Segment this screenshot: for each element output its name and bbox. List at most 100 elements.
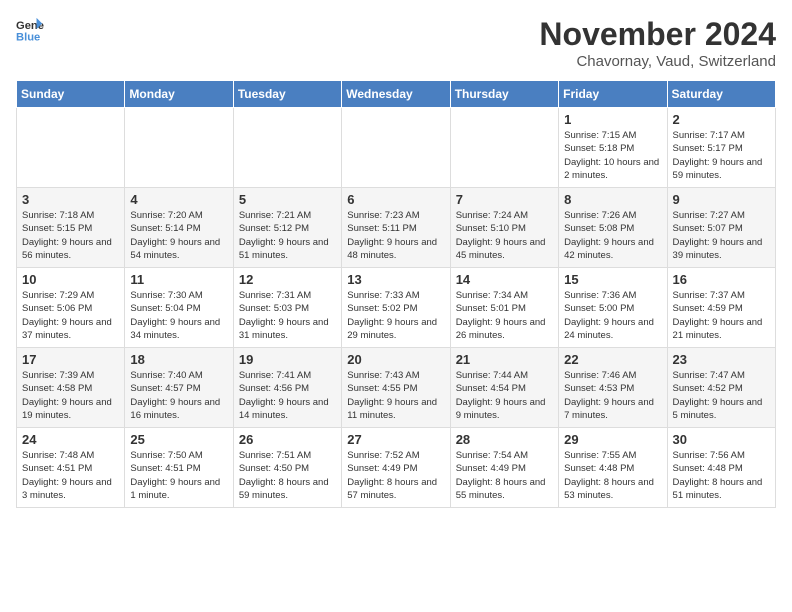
calendar-cell: 19Sunrise: 7:41 AM Sunset: 4:56 PM Dayli… (233, 348, 341, 428)
calendar-week-3: 10 Sunrise: 7:29 AM Sunset: 5:06 PM Dayli… (17, 268, 776, 348)
day-info: Sunrise: 7:43 AM Sunset: 4:55 PM Dayligh… (347, 369, 444, 422)
day-info: Sunrise: 7:36 AM Sunset: 5:00 PM Dayligh… (564, 289, 661, 342)
day-info: Sunrise: 7:55 AM Sunset: 4:48 PM Dayligh… (564, 449, 661, 502)
day-info: Sunrise: 7:27 AM Sunset: 5:07 PM Dayligh… (673, 209, 770, 262)
day-info: Sunrise: 7:41 AM Sunset: 4:56 PM Dayligh… (239, 369, 336, 422)
calendar-cell: 7 Sunrise: 7:24 AM Sunset: 5:10 PM Daylig… (450, 188, 558, 268)
day-number: 22 (564, 352, 661, 367)
calendar-cell: 26Sunrise: 7:51 AM Sunset: 4:50 PM Dayli… (233, 428, 341, 508)
day-info: Sunrise: 7:40 AM Sunset: 4:57 PM Dayligh… (130, 369, 227, 422)
day-number: 25 (130, 432, 227, 447)
day-number: 17 (22, 352, 119, 367)
calendar-cell: 11 Sunrise: 7:30 AM Sunset: 5:04 PM Dayli… (125, 268, 233, 348)
day-number: 30 (673, 432, 770, 447)
day-number: 11 (130, 272, 227, 287)
day-number: 14 (456, 272, 553, 287)
day-info: Sunrise: 7:26 AM Sunset: 5:08 PM Dayligh… (564, 209, 661, 262)
day-info: Sunrise: 7:31 AM Sunset: 5:03 PM Dayligh… (239, 289, 336, 342)
day-number: 5 (239, 192, 336, 207)
calendar-cell: 3 Sunrise: 7:18 AM Sunset: 5:15 PM Daylig… (17, 188, 125, 268)
calendar-cell: 18 Sunrise: 7:40 AM Sunset: 4:57 PM Dayli… (125, 348, 233, 428)
day-info: Sunrise: 7:52 AM Sunset: 4:49 PM Dayligh… (347, 449, 444, 502)
day-info: Sunrise: 7:56 AM Sunset: 4:48 PM Dayligh… (673, 449, 770, 502)
day-number: 18 (130, 352, 227, 367)
day-info: Sunrise: 7:51 AM Sunset: 4:50 PM Dayligh… (239, 449, 336, 502)
day-header-saturday: Saturday (667, 81, 775, 108)
calendar-cell: 21 Sunrise: 7:44 AM Sunset: 4:54 PM Dayli… (450, 348, 558, 428)
day-number: 23 (673, 352, 770, 367)
day-number: 24 (22, 432, 119, 447)
calendar-cell (17, 108, 125, 188)
calendar-cell: 23 Sunrise: 7:47 AM Sunset: 4:52 PM Dayli… (667, 348, 775, 428)
day-number: 2 (673, 112, 770, 127)
day-info: Sunrise: 7:18 AM Sunset: 5:15 PM Dayligh… (22, 209, 119, 262)
calendar-cell: 20 Sunrise: 7:43 AM Sunset: 4:55 PM Dayli… (342, 348, 450, 428)
calendar-cell: 5 Sunrise: 7:21 AM Sunset: 5:12 PM Daylig… (233, 188, 341, 268)
day-info: Sunrise: 7:23 AM Sunset: 5:11 PM Dayligh… (347, 209, 444, 262)
calendar-cell: 30 Sunrise: 7:56 AM Sunset: 4:48 PM Dayli… (667, 428, 775, 508)
day-number: 27 (347, 432, 444, 447)
day-number: 10 (22, 272, 119, 287)
day-info: Sunrise: 7:33 AM Sunset: 5:02 PM Dayligh… (347, 289, 444, 342)
calendar-cell (125, 108, 233, 188)
day-info: Sunrise: 7:37 AM Sunset: 4:59 PM Dayligh… (673, 289, 770, 342)
day-number: 20 (347, 352, 444, 367)
calendar-cell: 12 Sunrise: 7:31 AM Sunset: 5:03 PM Dayli… (233, 268, 341, 348)
day-header-friday: Friday (559, 81, 667, 108)
calendar-week-1: 1 Sunrise: 7:15 AM Sunset: 5:18 PM Daylig… (17, 108, 776, 188)
calendar-cell (233, 108, 341, 188)
day-info: Sunrise: 7:46 AM Sunset: 4:53 PM Dayligh… (564, 369, 661, 422)
calendar-week-2: 3 Sunrise: 7:18 AM Sunset: 5:15 PM Daylig… (17, 188, 776, 268)
calendar-cell: 13 Sunrise: 7:33 AM Sunset: 5:02 PM Dayli… (342, 268, 450, 348)
calendar-cell (342, 108, 450, 188)
calendar-cell: 24 Sunrise: 7:48 AM Sunset: 4:51 PM Dayli… (17, 428, 125, 508)
day-info: Sunrise: 7:39 AM Sunset: 4:58 PM Dayligh… (22, 369, 119, 422)
day-number: 7 (456, 192, 553, 207)
day-info: Sunrise: 7:34 AM Sunset: 5:01 PM Dayligh… (456, 289, 553, 342)
day-number: 13 (347, 272, 444, 287)
calendar-header-row: SundayMondayTuesdayWednesdayThursdayFrid… (17, 81, 776, 108)
calendar-cell: 28Sunrise: 7:54 AM Sunset: 4:49 PM Dayli… (450, 428, 558, 508)
calendar-cell: 15 Sunrise: 7:36 AM Sunset: 5:00 PM Dayli… (559, 268, 667, 348)
day-number: 12 (239, 272, 336, 287)
calendar-cell: 29 Sunrise: 7:55 AM Sunset: 4:48 PM Dayli… (559, 428, 667, 508)
calendar-cell: 6 Sunrise: 7:23 AM Sunset: 5:11 PM Daylig… (342, 188, 450, 268)
day-info: Sunrise: 7:20 AM Sunset: 5:14 PM Dayligh… (130, 209, 227, 262)
day-number: 6 (347, 192, 444, 207)
title-area: November 2024 Chavornay, Vaud, Switzerla… (539, 16, 776, 70)
day-info: Sunrise: 7:54 AM Sunset: 4:49 PM Dayligh… (456, 449, 553, 502)
day-info: Sunrise: 7:30 AM Sunset: 5:04 PM Dayligh… (130, 289, 227, 342)
calendar-cell: 1 Sunrise: 7:15 AM Sunset: 5:18 PM Daylig… (559, 108, 667, 188)
month-title: November 2024 (539, 16, 776, 53)
calendar-cell: 2 Sunrise: 7:17 AM Sunset: 5:17 PM Daylig… (667, 108, 775, 188)
calendar-cell: 16 Sunrise: 7:37 AM Sunset: 4:59 PM Dayli… (667, 268, 775, 348)
day-number: 3 (22, 192, 119, 207)
day-header-sunday: Sunday (17, 81, 125, 108)
day-number: 15 (564, 272, 661, 287)
day-info: Sunrise: 7:50 AM Sunset: 4:51 PM Dayligh… (130, 449, 227, 502)
day-info: Sunrise: 7:15 AM Sunset: 5:18 PM Dayligh… (564, 129, 661, 182)
header: General Blue November 2024 Chavornay, Va… (16, 16, 776, 70)
day-number: 16 (673, 272, 770, 287)
day-header-tuesday: Tuesday (233, 81, 341, 108)
calendar-cell (450, 108, 558, 188)
calendar-cell: 25 Sunrise: 7:50 AM Sunset: 4:51 PM Dayli… (125, 428, 233, 508)
logo-icon: General Blue (16, 16, 44, 44)
day-info: Sunrise: 7:48 AM Sunset: 4:51 PM Dayligh… (22, 449, 119, 502)
day-header-monday: Monday (125, 81, 233, 108)
calendar-table: SundayMondayTuesdayWednesdayThursdayFrid… (16, 80, 776, 508)
day-info: Sunrise: 7:21 AM Sunset: 5:12 PM Dayligh… (239, 209, 336, 262)
day-number: 1 (564, 112, 661, 127)
day-info: Sunrise: 7:24 AM Sunset: 5:10 PM Dayligh… (456, 209, 553, 262)
calendar-week-4: 17 Sunrise: 7:39 AM Sunset: 4:58 PM Dayli… (17, 348, 776, 428)
day-info: Sunrise: 7:29 AM Sunset: 5:06 PM Dayligh… (22, 289, 119, 342)
day-info: Sunrise: 7:44 AM Sunset: 4:54 PM Dayligh… (456, 369, 553, 422)
day-number: 8 (564, 192, 661, 207)
day-info: Sunrise: 7:47 AM Sunset: 4:52 PM Dayligh… (673, 369, 770, 422)
day-number: 4 (130, 192, 227, 207)
day-info: Sunrise: 7:17 AM Sunset: 5:17 PM Dayligh… (673, 129, 770, 182)
day-number: 21 (456, 352, 553, 367)
calendar-cell: 14 Sunrise: 7:34 AM Sunset: 5:01 PM Dayli… (450, 268, 558, 348)
day-header-thursday: Thursday (450, 81, 558, 108)
day-number: 29 (564, 432, 661, 447)
